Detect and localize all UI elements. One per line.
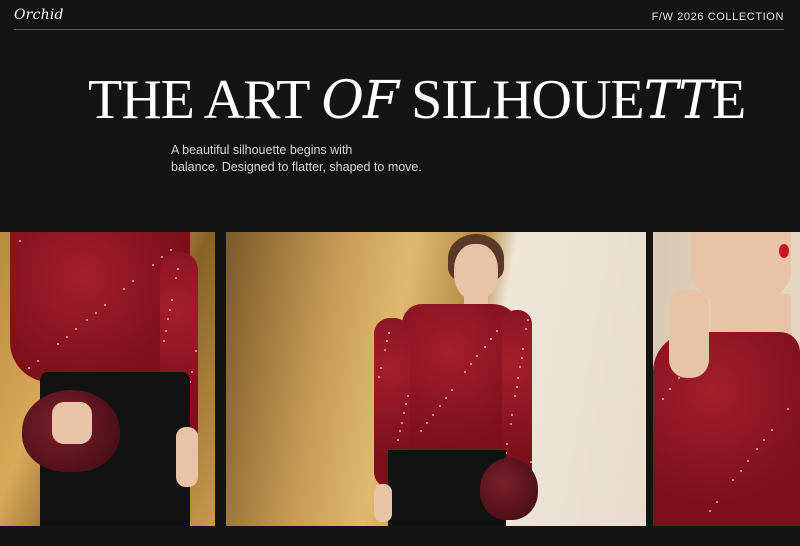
sparkle bbox=[432, 414, 434, 417]
sparkle bbox=[483, 345, 486, 348]
sparkle bbox=[476, 355, 479, 358]
sparkle bbox=[65, 335, 68, 338]
sparkle bbox=[168, 308, 171, 311]
brand-logo[interactable]: Orchid bbox=[14, 7, 64, 23]
sparkle bbox=[397, 438, 400, 441]
subtitle-line: A beautiful silhouette begins with bbox=[171, 143, 353, 157]
sparkle bbox=[378, 375, 381, 378]
sparkle bbox=[661, 397, 664, 400]
sparkle bbox=[161, 256, 164, 258]
sparkle bbox=[401, 421, 403, 424]
sparkle bbox=[451, 388, 454, 391]
sparkle bbox=[739, 469, 742, 472]
sparkle bbox=[515, 385, 518, 388]
sparkle bbox=[509, 423, 512, 426]
sparkle bbox=[19, 239, 21, 242]
sparkle bbox=[747, 460, 750, 463]
sparkle bbox=[526, 319, 529, 321]
top-bar: Orchid F/W 2026 COLLECTION bbox=[14, 0, 784, 30]
woven-bag bbox=[480, 458, 538, 520]
sparkle bbox=[426, 422, 428, 425]
sparkle bbox=[103, 304, 106, 306]
sparkle bbox=[517, 376, 520, 379]
sparkle bbox=[495, 329, 498, 332]
sparkle bbox=[56, 343, 59, 345]
title-part: THE ART bbox=[88, 69, 322, 131]
sparkle bbox=[677, 376, 680, 379]
title-part: SILHOUE bbox=[398, 69, 645, 131]
title-part: E bbox=[711, 69, 746, 131]
sparkle bbox=[399, 430, 402, 433]
sparkle bbox=[74, 328, 77, 330]
sparkle bbox=[489, 337, 492, 340]
sparkle bbox=[511, 414, 513, 417]
sparkle bbox=[152, 263, 155, 266]
sparkle bbox=[194, 349, 197, 352]
sparkle bbox=[669, 388, 672, 391]
sparkle bbox=[174, 277, 177, 280]
sparkle bbox=[132, 280, 135, 282]
photo-model-center[interactable] bbox=[226, 232, 646, 526]
sparkle bbox=[506, 443, 509, 446]
sparkle bbox=[384, 348, 387, 351]
sparkle bbox=[28, 367, 30, 369]
sparkle bbox=[385, 340, 388, 343]
sparkle bbox=[176, 267, 179, 270]
sparkle bbox=[94, 311, 97, 314]
hand bbox=[176, 427, 198, 487]
sparkle bbox=[786, 407, 789, 410]
sparkle bbox=[170, 298, 173, 301]
sparkle bbox=[380, 367, 383, 370]
hand bbox=[669, 290, 709, 378]
page-title: THE ART OF SILHOUETTE bbox=[88, 69, 748, 131]
red-earring bbox=[779, 244, 789, 258]
face bbox=[454, 244, 498, 300]
photo-model-right[interactable] bbox=[653, 232, 800, 526]
sparkle bbox=[404, 403, 407, 405]
sparkle bbox=[445, 396, 448, 399]
collection-label: F/W 2026 COLLECTION bbox=[651, 11, 784, 23]
title-script: TT bbox=[643, 71, 713, 131]
sparkle bbox=[464, 371, 467, 374]
sparkle bbox=[406, 394, 409, 397]
sparkle bbox=[387, 331, 390, 334]
sparkle bbox=[520, 356, 523, 359]
sparkle bbox=[420, 430, 422, 433]
photo-model-left[interactable] bbox=[0, 232, 215, 526]
sparkle bbox=[166, 318, 169, 321]
sparkle bbox=[190, 370, 193, 373]
sparkle bbox=[170, 248, 173, 251]
sparkle bbox=[403, 411, 406, 414]
sparkle bbox=[770, 429, 773, 431]
subtitle: A beautiful silhouette begins with balan… bbox=[171, 142, 471, 176]
sparkle bbox=[716, 500, 719, 503]
sparkle bbox=[732, 479, 735, 482]
hand bbox=[374, 484, 392, 522]
sparkle bbox=[162, 339, 165, 342]
sparkle bbox=[164, 330, 167, 332]
sparkle bbox=[519, 365, 522, 368]
hand bbox=[52, 402, 92, 444]
sparkle bbox=[439, 404, 442, 407]
sparkle bbox=[37, 359, 39, 362]
sparkle bbox=[522, 347, 525, 350]
sparkle bbox=[514, 394, 517, 397]
sparkle bbox=[525, 328, 528, 330]
subtitle-line: balance. Designed to flatter, shaped to … bbox=[171, 160, 422, 174]
sparkle bbox=[470, 363, 473, 366]
sparkle bbox=[763, 438, 766, 441]
sparkle bbox=[85, 319, 88, 321]
title-script: OF bbox=[321, 71, 399, 131]
sparkle bbox=[530, 461, 533, 464]
sparkle bbox=[123, 287, 126, 290]
sparkle bbox=[708, 510, 711, 513]
sparkle bbox=[755, 448, 758, 451]
